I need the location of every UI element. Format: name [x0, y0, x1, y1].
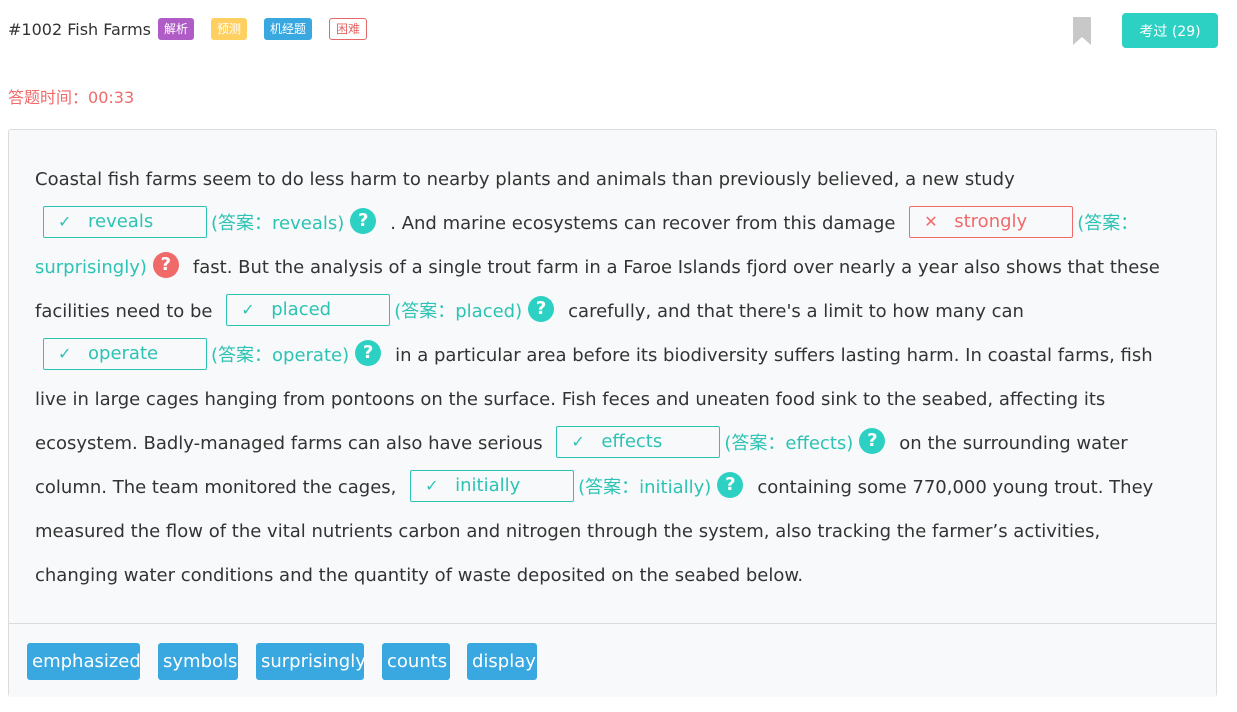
blank-2[interactable]: ✕ strongly — [909, 206, 1074, 238]
passage-text: . And marine ecosystems can recover from… — [390, 213, 896, 234]
timer-value: 00:33 — [88, 88, 135, 107]
check-icon: ✓ — [571, 432, 585, 451]
word-chip[interactable]: counts — [382, 643, 450, 680]
blank-6-value: initially — [455, 475, 521, 496]
header: #1002 Fish Farms 解析 预测 机经题 困难 考过 (29) — [0, 0, 1237, 60]
blank-4-value: operate — [88, 343, 159, 364]
question-card: Coastal fish farms seem to do less harm … — [8, 129, 1217, 697]
tag-analysis[interactable]: 解析 — [158, 18, 195, 40]
word-bank: emphasized symbols surprisingly counts d… — [9, 623, 1216, 697]
check-icon: ✓ — [241, 300, 255, 319]
blank-3[interactable]: ✓ placed — [226, 294, 391, 326]
blank-5-value: effects — [601, 431, 663, 452]
blank-3-value: placed — [271, 299, 332, 320]
passage-text: carefully, and that there's a limit to h… — [568, 301, 1024, 322]
question-title: #1002 Fish Farms — [8, 20, 152, 39]
tag-prediction[interactable]: 预测 — [211, 18, 248, 40]
check-icon: ✓ — [425, 476, 439, 495]
timer-label: 答题时间： — [8, 88, 89, 107]
tag-machine-question[interactable]: 机经题 — [264, 18, 313, 40]
help-icon[interactable]: ? — [350, 208, 377, 234]
word-chip[interactable]: surprisingly — [256, 643, 366, 680]
help-icon[interactable]: ? — [859, 428, 886, 454]
help-icon[interactable]: ? — [152, 252, 179, 278]
blank-6-answer: (答案：initially) — [578, 477, 712, 498]
blank-5-answer: (答案：effects) — [724, 433, 854, 454]
passage-text: Coastal fish farms seem to do less harm … — [35, 169, 1015, 190]
help-icon[interactable]: ? — [528, 296, 555, 322]
blank-5[interactable]: ✓ effects — [556, 426, 721, 458]
blank-1-value: reveals — [88, 211, 154, 232]
blank-1-answer: (答案：reveals) — [211, 213, 345, 234]
help-icon[interactable]: ? — [717, 472, 744, 498]
blank-2-value: strongly — [954, 211, 1028, 232]
help-icon[interactable]: ? — [355, 340, 382, 366]
blank-3-answer: (答案：placed) — [394, 301, 523, 322]
word-chip[interactable]: emphasized — [27, 643, 141, 680]
blank-1[interactable]: ✓ reveals — [43, 206, 207, 238]
exam-count-button[interactable]: 考过 (29) — [1122, 13, 1218, 48]
blank-4-answer: (答案：operate) — [211, 345, 350, 366]
word-chip[interactable]: symbols — [158, 643, 238, 680]
check-icon: ✓ — [58, 344, 72, 363]
word-chip[interactable]: display — [467, 643, 537, 680]
blank-6[interactable]: ✓ initially — [410, 470, 575, 502]
answer-timer: 答题时间：00:33 — [8, 84, 134, 108]
check-icon: ✓ — [58, 212, 72, 231]
cross-icon: ✕ — [924, 212, 938, 231]
passage: Coastal fish farms seem to do less harm … — [35, 158, 1185, 598]
blank-4[interactable]: ✓ operate — [43, 338, 207, 370]
tag-difficulty[interactable]: 困难 — [329, 18, 368, 40]
bookmark-icon[interactable] — [1073, 17, 1091, 45]
